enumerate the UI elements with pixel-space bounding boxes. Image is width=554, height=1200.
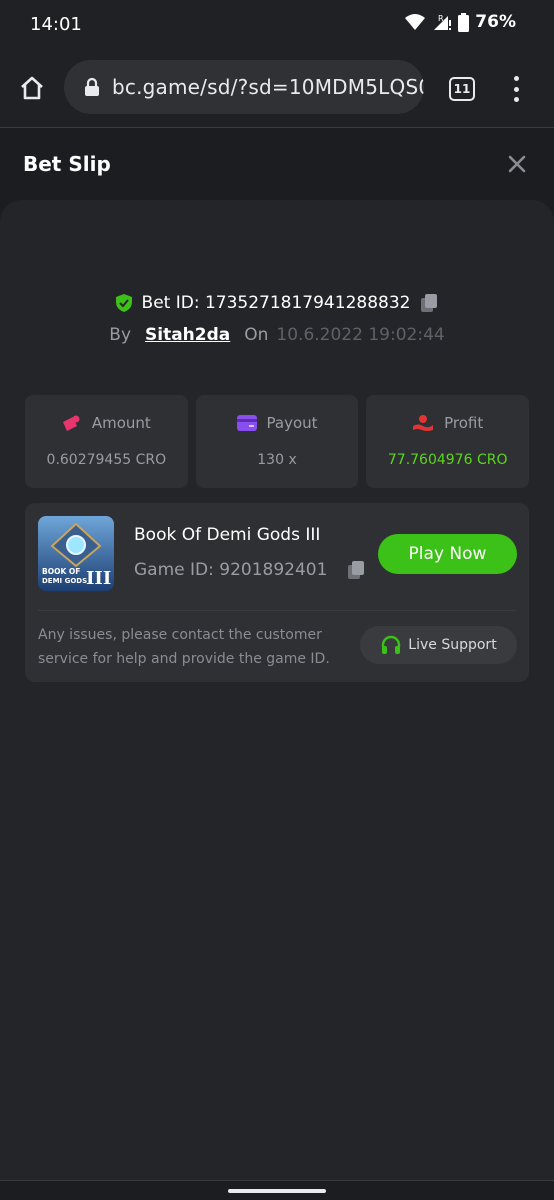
home-icon xyxy=(21,76,43,100)
stat-head: Profit xyxy=(412,414,483,432)
menu-dot-icon xyxy=(513,86,519,92)
menu-dot-icon xyxy=(513,97,519,102)
wifi-icon xyxy=(405,14,426,30)
amount-icon xyxy=(62,415,80,431)
battery-percent: 76% xyxy=(475,12,516,32)
cell-signal-icon: R xyxy=(434,14,452,30)
stat-label: Payout xyxy=(266,414,318,432)
menu-dot-icon xyxy=(513,76,519,81)
game-id: Game ID: 9201892401 xyxy=(134,560,328,580)
address-bar[interactable]: bc.game/sd/?sd=10MDM5LQS0 xyxy=(64,60,424,114)
bet-id-row: Bet ID: 1735271817941288832 xyxy=(0,292,554,314)
divider xyxy=(38,610,516,611)
status-time: 14:01 xyxy=(30,14,82,35)
close-icon xyxy=(508,155,526,173)
stat-head: Amount xyxy=(62,414,151,432)
stat-label: Profit xyxy=(444,414,484,432)
stat-value: 130 x xyxy=(257,452,297,468)
user-link[interactable]: Sitah2da xyxy=(145,325,230,345)
home-indicator[interactable] xyxy=(228,1189,326,1193)
live-support-button[interactable]: Live Support xyxy=(360,626,517,664)
game-id-row: Game ID: 9201892401 xyxy=(134,559,367,581)
thumb-text-line2: DEMI GODS xyxy=(42,577,87,585)
modal-title: Bet Slip xyxy=(23,152,111,176)
system-nav-bar xyxy=(0,1180,554,1200)
by-label: By xyxy=(109,325,132,345)
stat-value: 77.7604976 CRO xyxy=(387,452,508,468)
close-button[interactable] xyxy=(505,152,529,176)
browser-menu-button[interactable] xyxy=(506,72,526,106)
status-icons: R 76% xyxy=(404,12,516,32)
bet-meta-row: By Sitah2da On 10.6.2022 19:02:44 xyxy=(0,325,554,345)
browser-toolbar: bc.game/sd/?sd=10MDM5LQS0 11 xyxy=(0,48,554,128)
live-support-label: Live Support xyxy=(408,637,497,653)
thumb-numeral: III xyxy=(86,568,111,589)
stat-card-payout: Payout 130 x xyxy=(195,395,359,488)
thumb-text-line1: BOOK OF xyxy=(42,567,80,576)
signal-badge: R xyxy=(438,14,444,23)
stat-head: Payout xyxy=(236,414,318,432)
game-card: BOOK OF DEMI GODS III Book Of Demi Gods … xyxy=(25,503,529,682)
play-now-button[interactable]: Play Now xyxy=(378,534,517,574)
modal-header: Bet Slip xyxy=(0,128,554,200)
status-bar: 14:01 R 76% xyxy=(0,0,554,48)
stat-label: Amount xyxy=(91,414,151,432)
tab-switcher-button[interactable]: 11 xyxy=(449,77,475,101)
game-thumbnail[interactable]: BOOK OF DEMI GODS III xyxy=(38,516,114,591)
stat-value: 0.60279455 CRO xyxy=(46,452,167,468)
battery-icon xyxy=(458,12,470,32)
payout-icon xyxy=(236,415,257,431)
lock-icon xyxy=(85,77,99,96)
stat-card-profit: Profit 77.7604976 CRO xyxy=(366,395,530,488)
stats-row: Amount 0.60279455 CRO Payout 130 x Profi… xyxy=(25,395,530,488)
copy-icon[interactable] xyxy=(347,559,367,581)
copy-icon[interactable] xyxy=(418,292,440,314)
game-cover-image: BOOK OF DEMI GODS III xyxy=(38,516,114,591)
url-text: bc.game/sd/?sd=10MDM5LQS0 xyxy=(112,75,424,99)
home-button[interactable] xyxy=(14,70,50,106)
game-name: Book Of Demi Gods III xyxy=(134,525,321,545)
bet-id: Bet ID: 1735271817941288832 xyxy=(141,293,411,313)
support-hint-text: Any issues, please contact the customer … xyxy=(38,627,330,667)
headset-icon xyxy=(382,635,401,654)
bet-slip-panel: Bet ID: 1735271817941288832 By Sitah2da … xyxy=(0,200,554,1180)
verified-shield-icon xyxy=(115,294,132,312)
bet-date: 10.6.2022 19:02:44 xyxy=(276,325,445,345)
profit-icon xyxy=(413,415,434,431)
stat-card-amount: Amount 0.60279455 CRO xyxy=(25,395,188,488)
on-label: On xyxy=(244,325,269,345)
